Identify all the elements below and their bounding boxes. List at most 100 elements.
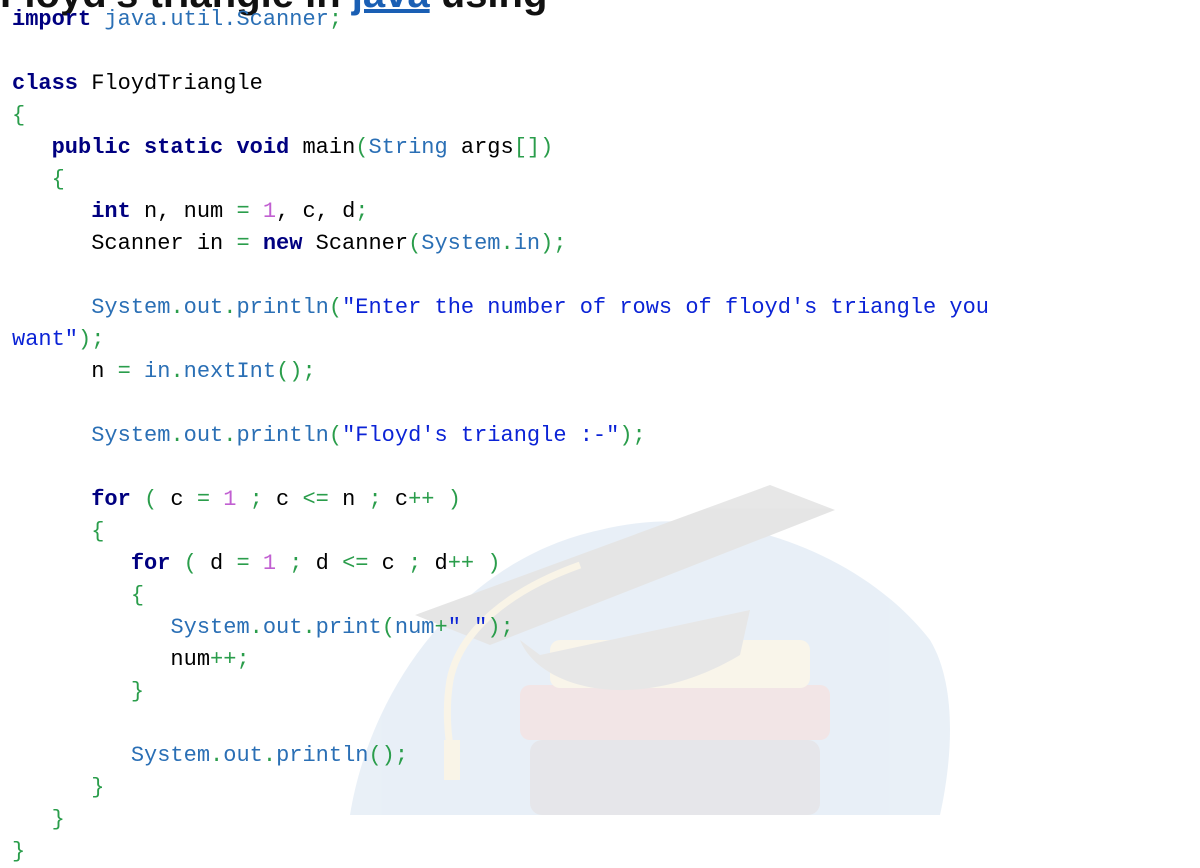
code-token: = bbox=[236, 199, 250, 224]
code-token: "Enter the number of rows of floyd's tri… bbox=[342, 295, 989, 320]
code-token: "Floyd's triangle :-" bbox=[342, 423, 620, 448]
code-token: c bbox=[262, 487, 303, 512]
code-token: (); bbox=[368, 743, 409, 768]
code-token: (); bbox=[276, 359, 316, 384]
code-line: want"); bbox=[12, 324, 989, 356]
code-token: n, num bbox=[130, 199, 237, 224]
code-line: ​ bbox=[12, 36, 989, 68]
code-line: num++; bbox=[12, 644, 989, 676]
code-token: java.util.Scanner bbox=[104, 7, 329, 32]
code-token: nextInt bbox=[183, 359, 277, 384]
code-token: ; bbox=[249, 487, 263, 512]
code-token: = bbox=[117, 359, 131, 384]
code-token: ( bbox=[328, 423, 343, 448]
code-line: int n, num = 1, c, d; bbox=[12, 196, 989, 228]
code-token: Scanner bbox=[302, 231, 409, 256]
code-token: System bbox=[91, 423, 171, 448]
code-token: num bbox=[394, 615, 435, 640]
code-token: ; bbox=[289, 551, 303, 576]
code-token: ); bbox=[78, 327, 105, 352]
code-token: System bbox=[170, 615, 250, 640]
code-token: } bbox=[130, 679, 145, 704]
code-token: ; bbox=[368, 487, 382, 512]
code-token: main bbox=[289, 135, 356, 160]
code-line: ​ bbox=[12, 260, 989, 292]
code-token: []) bbox=[513, 135, 554, 160]
code-token: . bbox=[500, 231, 514, 256]
code-token: int bbox=[91, 199, 131, 224]
code-line: System.out.print(num+" "); bbox=[12, 612, 989, 644]
code-token: ) bbox=[487, 551, 501, 576]
java-code-listing: import java.util.Scanner;​class FloydTri… bbox=[12, 4, 989, 868]
code-line: System.out.println("Enter the number of … bbox=[12, 292, 989, 324]
code-token: ; bbox=[355, 199, 369, 224]
code-token: 1 bbox=[223, 487, 237, 512]
code-token: . bbox=[223, 295, 237, 320]
code-token: c bbox=[157, 487, 197, 512]
code-line: System.out.println(); bbox=[12, 740, 989, 772]
code-token: . bbox=[170, 359, 184, 384]
code-line: import java.util.Scanner; bbox=[12, 4, 989, 36]
code-token: ++ bbox=[408, 487, 435, 512]
code-token: ); bbox=[619, 423, 646, 448]
code-token: ; bbox=[408, 551, 422, 576]
code-token: ) bbox=[447, 487, 461, 512]
code-token: n bbox=[328, 487, 369, 512]
code-token: = bbox=[196, 487, 211, 512]
code-token: for bbox=[91, 487, 131, 512]
code-token: c bbox=[381, 487, 409, 512]
code-line: } bbox=[12, 836, 989, 868]
code-line: { bbox=[12, 100, 989, 132]
code-token: 1 bbox=[262, 551, 277, 576]
code-token: , c, d bbox=[276, 199, 356, 224]
code-token: System bbox=[91, 295, 171, 320]
code-token: print bbox=[315, 615, 382, 640]
code-line: public static void main(String args[]) bbox=[12, 132, 989, 164]
code-token: out bbox=[262, 615, 303, 640]
code-token: System bbox=[130, 743, 211, 768]
code-token: <= bbox=[302, 487, 329, 512]
code-token: d bbox=[196, 551, 237, 576]
code-token: . bbox=[210, 743, 224, 768]
code-token: . bbox=[302, 615, 316, 640]
code-token: Scanner in bbox=[12, 231, 237, 256]
code-token: { bbox=[51, 167, 65, 192]
code-token: = bbox=[236, 551, 250, 576]
code-token: . bbox=[249, 615, 263, 640]
code-token: num bbox=[12, 647, 211, 672]
code-line: for ( c = 1 ; c <= n ; c++ ) bbox=[12, 484, 989, 516]
code-token: ); bbox=[540, 231, 567, 256]
code-token: } bbox=[51, 807, 65, 832]
code-token: new bbox=[262, 231, 303, 256]
code-line: } bbox=[12, 804, 989, 836]
code-token: ++ bbox=[447, 551, 475, 576]
code-line: for ( d = 1 ; d <= c ; d++ ) bbox=[12, 548, 989, 580]
code-line: Scanner in = new Scanner(System.in); bbox=[12, 228, 989, 260]
code-token: } bbox=[12, 839, 26, 864]
code-token: out bbox=[183, 295, 224, 320]
code-line: } bbox=[12, 676, 989, 708]
code-token: ( bbox=[183, 551, 197, 576]
code-line: ​ bbox=[12, 708, 989, 740]
code-token: } bbox=[91, 775, 105, 800]
code-token: d bbox=[421, 551, 448, 576]
code-token: . bbox=[170, 295, 184, 320]
code-token: in bbox=[144, 359, 171, 384]
code-token: " " bbox=[447, 615, 488, 640]
